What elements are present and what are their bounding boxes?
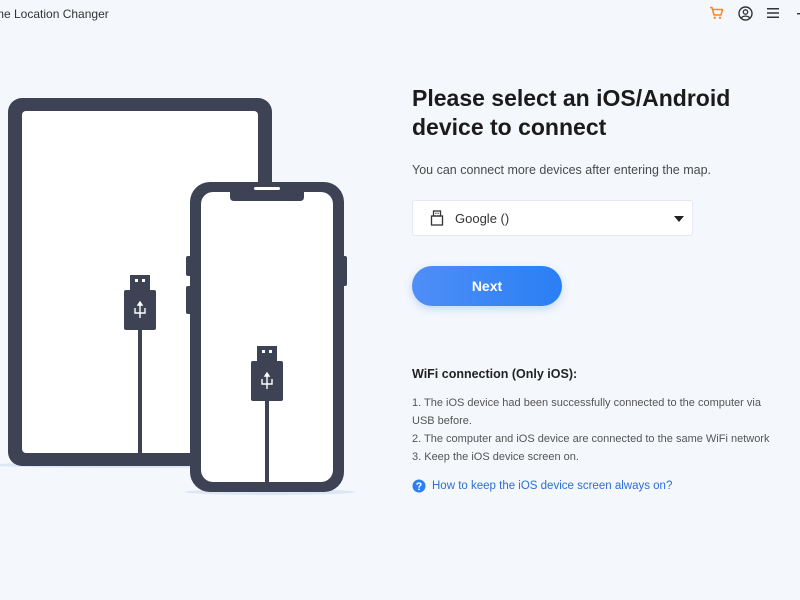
cart-icon[interactable] xyxy=(708,5,724,21)
title-bar: me Location Changer xyxy=(0,0,800,28)
wifi-instruction-line: 3. Keep the iOS device screen on. xyxy=(412,451,579,463)
help-link-text: How to keep the iOS device screen always… xyxy=(432,480,673,492)
screen-always-on-help-link[interactable]: How to keep the iOS device screen always… xyxy=(412,479,672,493)
device-illustration xyxy=(0,98,355,495)
question-circle-icon xyxy=(412,479,426,493)
wifi-instructions: 1. The iOS device had been successfully … xyxy=(412,394,800,466)
app-title: me Location Changer xyxy=(0,7,109,21)
menu-icon[interactable] xyxy=(765,5,781,21)
page-title-line1: Please select an iOS/Android xyxy=(412,85,731,111)
wifi-instruction-line: 2. The computer and iOS device are conne… xyxy=(412,433,770,445)
wifi-instruction-line: USB before. xyxy=(412,415,472,427)
chevron-down-icon xyxy=(674,216,684,222)
next-button[interactable]: Next xyxy=(412,266,562,306)
page-title: Please select an iOS/Android device to c… xyxy=(412,84,792,142)
page-title-line2: device to connect xyxy=(412,114,607,140)
wifi-instruction-line: 1. The iOS device had been successfully … xyxy=(412,397,761,409)
wifi-connection-title: WiFi connection (Only iOS): xyxy=(412,367,578,381)
minimize-icon[interactable] xyxy=(792,5,800,21)
device-select-value: Google () xyxy=(455,211,510,226)
device-select-dropdown[interactable]: Google () xyxy=(412,200,693,236)
connect-more-hint: You can connect more devices after enter… xyxy=(412,163,712,177)
user-icon[interactable] xyxy=(737,5,753,21)
usb-icon xyxy=(429,210,445,231)
